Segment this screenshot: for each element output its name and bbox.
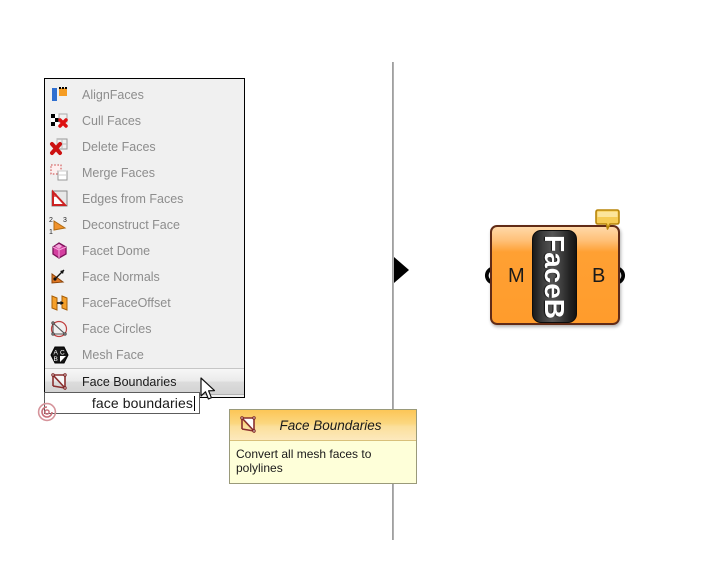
- align-faces-icon: [49, 85, 70, 105]
- node-name-plate[interactable]: FaceB: [532, 230, 577, 323]
- svg-text:2: 2: [49, 217, 53, 224]
- search-input[interactable]: face boundaries: [44, 392, 200, 414]
- component-node-face-boundaries[interactable]: M B FaceB: [484, 209, 626, 325]
- menu-item-label: AlignFaces: [82, 88, 144, 102]
- menu-item-cull-faces[interactable]: Cull Faces: [45, 108, 244, 134]
- menu-item-label: Facet Dome: [82, 244, 151, 258]
- menu-item-label: Face Circles: [82, 322, 152, 336]
- menu-item-label: Edges from Faces: [82, 192, 184, 206]
- face-boundaries-icon: [49, 372, 70, 392]
- merge-faces-icon: [49, 163, 70, 183]
- menu-item-facet-dome[interactable]: Facet Dome: [45, 238, 244, 264]
- face-circles-icon: [49, 319, 70, 339]
- menu-item-label: Deconstruct Face: [82, 218, 180, 232]
- tooltip-description: Convert all mesh faces to polylines: [230, 441, 416, 483]
- cull-faces-icon: [49, 111, 70, 131]
- mouse-cursor-icon: [200, 377, 218, 403]
- menu-item-delete-faces[interactable]: Delete Faces: [45, 134, 244, 160]
- svg-text:1: 1: [49, 229, 53, 235]
- comment-bubble-icon[interactable]: [595, 208, 621, 234]
- edges-from-faces-icon: [49, 189, 70, 209]
- face-boundaries-icon: [238, 415, 259, 435]
- menu-item-edges-from-faces[interactable]: Edges from Faces: [45, 186, 244, 212]
- menu-item-label: Cull Faces: [82, 114, 142, 128]
- tooltip-title: Face Boundaries: [279, 417, 382, 433]
- menu-item-label: FaceFaceOffset: [82, 296, 171, 310]
- tooltip-header: Face Boundaries: [230, 410, 416, 441]
- svg-text:C: C: [60, 350, 65, 357]
- menu-item-label: Mesh Face: [82, 348, 144, 362]
- menu-item-mesh-face[interactable]: A C B Mesh Face: [45, 342, 244, 368]
- face-normals-icon: [49, 267, 70, 287]
- facet-dome-icon: [49, 241, 70, 261]
- menu-item-label: Face Boundaries: [82, 374, 177, 389]
- mesh-face-icon: A C B: [49, 345, 70, 365]
- menu-item-label: Face Normals: [82, 270, 160, 284]
- menu-item-deconstruct-face[interactable]: 2 3 1 Deconstruct Face: [45, 212, 244, 238]
- menu-item-face-circles[interactable]: Face Circles: [45, 316, 244, 342]
- grasshopper-canvas[interactable]: AlignFaces Cull Faces Delete Faces Merge…: [0, 0, 712, 564]
- spiral-target-icon: [35, 400, 59, 424]
- menu-item-face-normals[interactable]: Face Normals: [45, 264, 244, 290]
- menu-item-merge-faces[interactable]: Merge Faces: [45, 160, 244, 186]
- output-port-label: B: [592, 265, 606, 287]
- text-caret: [194, 395, 195, 411]
- menu-item-align-faces[interactable]: AlignFaces: [45, 82, 244, 108]
- face-face-offset-icon: [49, 293, 70, 313]
- deconstruct-face-icon: 2 3 1: [49, 215, 70, 235]
- svg-text:B: B: [54, 356, 58, 363]
- input-port-label: M: [508, 265, 525, 287]
- node-label: FaceB: [539, 234, 571, 319]
- play-triangle-icon: [394, 257, 409, 283]
- menu-item-label: Merge Faces: [82, 166, 155, 180]
- svg-text:3: 3: [63, 217, 67, 224]
- menu-item-face-face-offset[interactable]: FaceFaceOffset: [45, 290, 244, 316]
- delete-faces-icon: [49, 137, 70, 157]
- menu-item-label: Delete Faces: [82, 140, 156, 154]
- search-input-value: face boundaries: [91, 395, 193, 411]
- node-body[interactable]: M B FaceB: [490, 225, 620, 325]
- component-tooltip: Face Boundaries Convert all mesh faces t…: [229, 409, 417, 484]
- component-search-popup[interactable]: AlignFaces Cull Faces Delete Faces Merge…: [44, 78, 245, 398]
